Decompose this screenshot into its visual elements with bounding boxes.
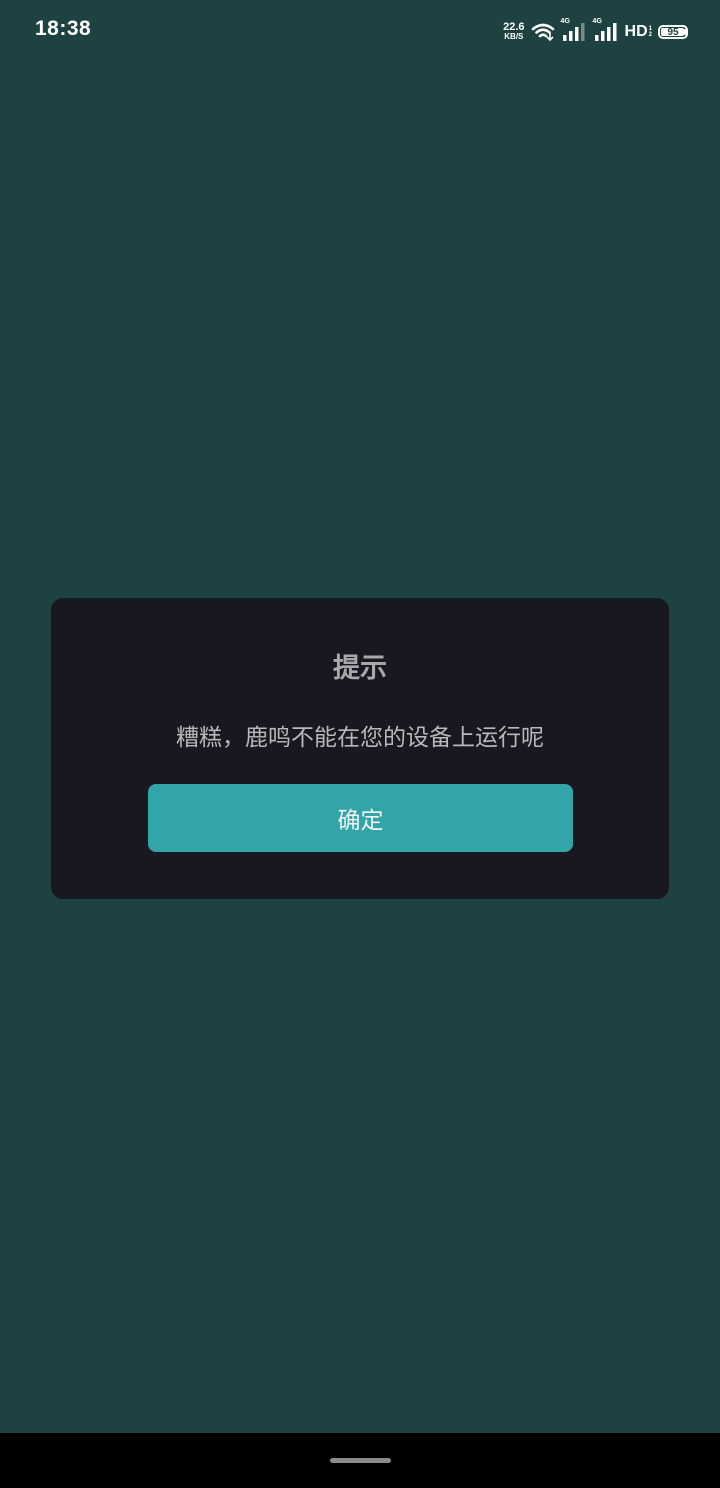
status-time: 18:38 xyxy=(35,17,92,40)
signal-icon: 4G xyxy=(592,18,619,43)
signal-icon: 4G xyxy=(560,18,587,43)
dialog-message: 糟糕，鹿鸣不能在您的设备上运行呢 xyxy=(176,725,544,751)
alert-dialog: 提示 糟糕，鹿鸣不能在您的设备上运行呢 确定 xyxy=(51,598,669,899)
home-gesture-handle[interactable] xyxy=(330,1458,391,1463)
navigation-bar xyxy=(0,1433,720,1488)
battery-level: 95 xyxy=(667,26,679,38)
confirm-button[interactable]: 确定 xyxy=(148,784,573,852)
status-bar: 18:38 22.6 KB/S 4G 4G HD 1 2 95 xyxy=(0,0,720,64)
hd-voice-indicator: HD 1 2 xyxy=(625,23,652,41)
sim1-network-type: 4G xyxy=(560,18,570,25)
network-speed-value: 22.6 xyxy=(503,21,525,33)
wifi-icon xyxy=(531,22,555,42)
hd-label: HD xyxy=(624,23,648,40)
dialog-title: 提示 xyxy=(333,653,387,684)
status-icons: 22.6 KB/S 4G 4G HD 1 2 95 xyxy=(503,18,688,44)
app-screen: 18:38 22.6 KB/S 4G 4G HD 1 2 95 提示 糟糕，鹿鸣… xyxy=(0,0,720,1488)
sim2-network-type: 4G xyxy=(592,18,602,25)
hd-sub-bottom: 2 xyxy=(648,32,652,38)
hd-sub: 1 2 xyxy=(649,26,652,38)
battery-icon: 95 xyxy=(658,25,688,39)
network-speed-unit: KB/S xyxy=(504,32,524,41)
network-speed: 22.6 KB/S xyxy=(503,22,524,42)
